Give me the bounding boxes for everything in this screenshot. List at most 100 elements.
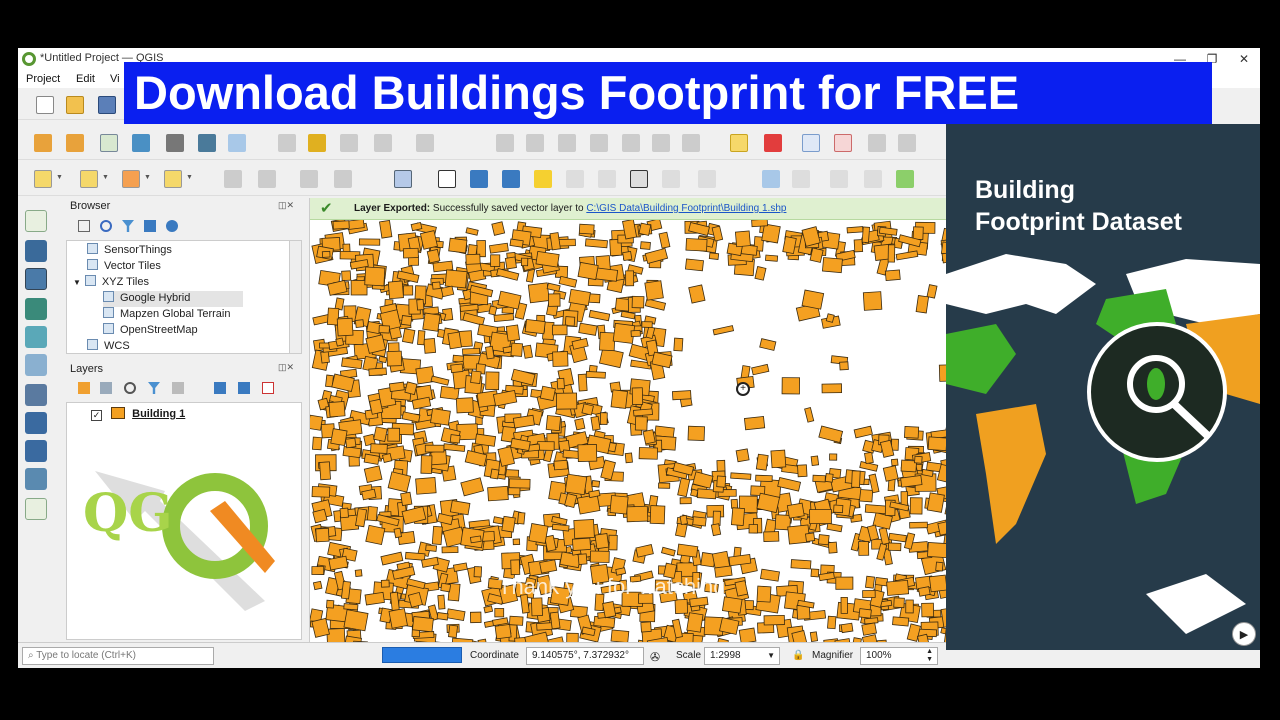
select-features-icon[interactable]: [34, 170, 52, 188]
tree-item-wcs[interactable]: WCS: [87, 339, 130, 355]
select-location-icon[interactable]: [164, 170, 182, 188]
panel-float-icon[interactable]: ◫✕: [278, 200, 294, 211]
info-icon[interactable]: [166, 220, 178, 232]
shape-digitizing-icon[interactable]: [258, 170, 276, 188]
add-vector-layer-icon[interactable]: [25, 210, 47, 232]
scale-combobox[interactable]: 1:2998 ▼: [704, 647, 780, 665]
close-button[interactable]: ✕: [1230, 50, 1258, 68]
tree-item-sensorthings[interactable]: SensorThings: [87, 243, 172, 259]
magnifier-spinbox[interactable]: 100% ▲ ▼: [860, 647, 938, 665]
refresh-icon[interactable]: [100, 220, 112, 232]
digitize-icon[interactable]: [374, 134, 392, 152]
vertex-tool-icon[interactable]: [416, 134, 434, 152]
zoom-layer-icon[interactable]: [566, 170, 584, 188]
save-project-icon[interactable]: [98, 96, 116, 114]
select-by-value-icon[interactable]: [80, 170, 98, 188]
expand-all-icon[interactable]: [214, 382, 226, 394]
map-tips-icon[interactable]: [830, 170, 848, 188]
measure-icon[interactable]: [762, 170, 780, 188]
tree-item-openstreetmap[interactable]: OpenStreetMap: [103, 323, 198, 339]
simplify-icon[interactable]: [334, 170, 352, 188]
refresh-icon[interactable]: [662, 170, 680, 188]
paste-features-icon[interactable]: [622, 134, 640, 152]
add-wms-layer-icon[interactable]: [228, 134, 246, 152]
modify-attributes-icon[interactable]: [496, 134, 514, 152]
cut-features-icon[interactable]: [558, 134, 576, 152]
label-pin-icon[interactable]: [802, 134, 820, 152]
label-show-icon[interactable]: [834, 134, 852, 152]
scale-dropdown-icon[interactable]: ▼: [767, 648, 775, 664]
zoom-out-icon[interactable]: [502, 170, 520, 188]
collapse-all-icon[interactable]: [144, 220, 156, 232]
remove-layer-icon[interactable]: [262, 382, 274, 394]
processing-icon[interactable]: [166, 134, 184, 152]
label-icon[interactable]: [730, 134, 748, 152]
spin-arrows-icon[interactable]: ▲ ▼: [926, 648, 933, 664]
panel-float-icon[interactable]: ◫✕: [278, 362, 294, 373]
layer-row-building-1[interactable]: ✓ Building 1: [91, 407, 185, 423]
toggle-extents-icon[interactable]: ✇: [650, 650, 660, 664]
tree-item-mapzen[interactable]: Mapzen Global Terrain: [103, 307, 230, 323]
add-mesh-layer-icon[interactable]: [25, 268, 47, 290]
tree-item-google-hybrid[interactable]: Google Hybrid: [103, 291, 243, 307]
style-manager-icon[interactable]: [34, 134, 52, 152]
menu-view[interactable]: Vi: [110, 73, 120, 85]
expand-arrow-icon[interactable]: ▼: [73, 278, 81, 287]
pan-map-icon[interactable]: [438, 170, 456, 188]
current-edits-icon[interactable]: [278, 134, 296, 152]
open-styling-icon[interactable]: [78, 382, 90, 394]
add-wcs-icon[interactable]: [25, 468, 47, 490]
collapse-all-icon[interactable]: [238, 382, 250, 394]
add-vector-layer-icon[interactable]: [100, 134, 118, 152]
zoom-selection-icon[interactable]: [598, 170, 616, 188]
manage-visibility-icon[interactable]: [124, 382, 136, 394]
filter-icon[interactable]: [148, 382, 160, 394]
layer-symbol-swatch[interactable]: [111, 407, 126, 419]
browser-scrollbar[interactable]: [289, 241, 301, 353]
add-raster-layer-icon[interactable]: [198, 134, 216, 152]
diagram-icon[interactable]: [764, 134, 782, 152]
locator-search-input[interactable]: ⌕ Type to locate (Ctrl+K): [22, 647, 214, 665]
python-console-icon[interactable]: [132, 134, 150, 152]
temporal-controller-icon[interactable]: [896, 170, 914, 188]
identify-icon[interactable]: [698, 170, 716, 188]
add-wfs-icon[interactable]: [25, 440, 47, 462]
text-annotation-icon[interactable]: [630, 170, 648, 188]
toggle-editing-icon[interactable]: [308, 134, 326, 152]
label-move-icon[interactable]: [868, 134, 886, 152]
add-postgis-icon[interactable]: [25, 354, 47, 376]
open-project-icon[interactable]: [66, 96, 84, 114]
message-link[interactable]: C:\GIS Data\Building Footprint\Building …: [586, 203, 786, 214]
menu-project[interactable]: Project: [26, 73, 60, 85]
coordinate-field[interactable]: 9.140575°, 7.372932°: [526, 647, 644, 665]
save-edits-icon[interactable]: [340, 134, 358, 152]
rotate-feature-icon[interactable]: [300, 170, 318, 188]
label-rotate-icon[interactable]: [898, 134, 916, 152]
add-group-icon[interactable]: [100, 382, 112, 394]
filter-legend-icon[interactable]: [172, 382, 184, 394]
layer-visibility-checkbox[interactable]: ✓: [91, 410, 102, 421]
add-spatialite-icon[interactable]: [25, 326, 47, 348]
menu-edit[interactable]: Edit: [76, 73, 95, 85]
redo-icon[interactable]: [682, 134, 700, 152]
copy-features-icon[interactable]: [590, 134, 608, 152]
plugin-icon[interactable]: [66, 134, 84, 152]
filter-icon[interactable]: [122, 220, 134, 232]
deselect-icon[interactable]: [122, 170, 140, 188]
add-wms-icon[interactable]: [25, 412, 47, 434]
new-map-view-icon[interactable]: [864, 170, 882, 188]
spatial-bookmark-icon[interactable]: [792, 170, 810, 188]
lock-icon[interactable]: 🔒: [792, 650, 804, 661]
zoom-in-icon[interactable]: [470, 170, 488, 188]
play-icon[interactable]: ▶: [1232, 622, 1256, 646]
add-delimited-text-icon[interactable]: [25, 298, 47, 320]
add-raster-layer-icon[interactable]: [25, 240, 47, 262]
tree-item-xyz-tiles[interactable]: ▼ XYZ Tiles: [73, 275, 149, 291]
new-project-icon[interactable]: [36, 96, 54, 114]
add-selected-icon[interactable]: [78, 220, 90, 232]
delete-selected-icon[interactable]: [526, 134, 544, 152]
undo-icon[interactable]: [652, 134, 670, 152]
tree-item-vector-tiles[interactable]: Vector Tiles: [87, 259, 161, 275]
add-virtual-layer-icon[interactable]: [25, 384, 47, 406]
field-calculator-icon[interactable]: [394, 170, 412, 188]
